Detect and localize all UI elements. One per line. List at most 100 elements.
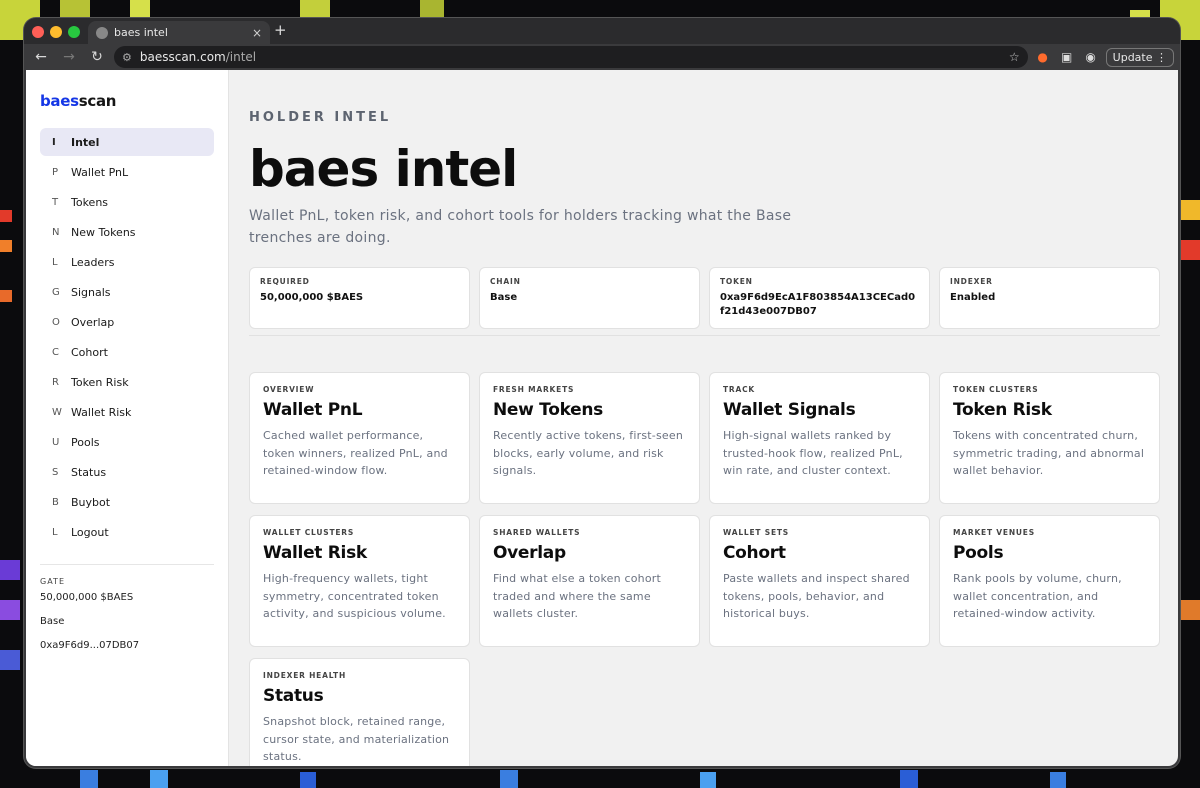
background-pixel	[0, 290, 12, 302]
stat-chain: CHAIN Base	[479, 267, 700, 329]
stat-indexer: INDEXER Enabled	[939, 267, 1160, 329]
background-pixel	[1180, 600, 1200, 620]
sidebar-item-token-risk[interactable]: R Token Risk	[40, 368, 214, 396]
bookmark-star-icon[interactable]: ☆	[1009, 50, 1020, 64]
sidebar-item-label: Intel	[71, 135, 100, 149]
gate-panel: GATE 50,000,000 $BAES Base 0xa9F6d9...07…	[40, 564, 214, 651]
address-bar[interactable]: ⚙ baesscan.com/intel ☆	[114, 46, 1028, 68]
maximize-window-button[interactable]	[68, 26, 80, 38]
sidebar-item-label: Leaders	[71, 255, 115, 269]
card-title: Cohort	[723, 543, 786, 563]
tool-card-status[interactable]: INDEXER HEALTH Status Snapshot block, reta…	[249, 658, 470, 766]
card-description: Paste wallets and inspect shared tokens,…	[723, 572, 910, 620]
browser-tab[interactable]: baes intel ×	[88, 21, 270, 44]
sidebar-item-cohort[interactable]: C Cohort	[40, 338, 214, 366]
sidebar-item-label: Token Risk	[71, 375, 129, 389]
minimize-window-button[interactable]	[50, 26, 62, 38]
tool-card-token-risk[interactable]: TOKEN CLUSTERS Token Risk Tokens with conc…	[939, 372, 1160, 504]
url-path: /intel	[225, 50, 257, 64]
card-title: Status	[263, 686, 324, 706]
forward-icon[interactable]: →	[58, 49, 80, 65]
sidebar-item-key: W	[52, 406, 62, 418]
back-icon[interactable]: ←	[30, 49, 52, 65]
sidebar-item-tokens[interactable]: T Tokens	[40, 188, 214, 216]
tool-card-wallet-risk[interactable]: WALLET CLUSTERS Wallet Risk High-frequency…	[249, 515, 470, 647]
card-kicker: WALLET CLUSTERS	[263, 528, 355, 537]
sidebar-item-key: U	[52, 436, 60, 448]
background-pixel	[300, 772, 316, 788]
sidebar-item-key: L	[52, 526, 58, 538]
page-description: Wallet PnL, token risk, and cohort tools…	[249, 208, 792, 246]
sidebar-item-label: Buybot	[71, 495, 111, 509]
sidebar-item-pools[interactable]: U Pools	[40, 428, 214, 456]
background-pixel	[0, 650, 20, 670]
sidebar-item-status[interactable]: S Status	[40, 458, 214, 486]
stat-label: REQUIRED	[260, 277, 310, 286]
sidebar-item-key: P	[52, 166, 59, 178]
sidebar-item-logout[interactable]: L Logout	[40, 518, 214, 546]
globe-icon	[96, 26, 108, 39]
tool-card-cohort[interactable]: WALLET SETS Cohort Paste wallets and inspe…	[709, 515, 930, 647]
card-kicker: TRACK	[723, 385, 756, 394]
background-pixel	[130, 0, 150, 20]
brand-part1: baes	[40, 92, 79, 110]
tool-card-pools[interactable]: MARKET VENUES Pools Rank pools by volume, …	[939, 515, 1160, 647]
background-pixel	[700, 772, 716, 788]
tab-bar: baes intel × +	[24, 18, 1180, 44]
more-menu-icon[interactable]: ⋮	[1156, 51, 1167, 64]
tab-close-icon[interactable]: ×	[252, 26, 262, 40]
card-kicker: MARKET VENUES	[953, 528, 1035, 537]
sidebar-item-key: C	[52, 346, 59, 358]
sidebar-item-label: Wallet Risk	[71, 405, 132, 419]
sidebar-nav: I Intel P Wallet PnL T Tokens N New Tokens L Lead…	[40, 128, 214, 546]
background-pixel	[0, 600, 20, 620]
main-content: HOLDER INTEL baes intel Wallet PnL, toke…	[229, 70, 1178, 766]
card-description: Tokens with concentrated churn, symmetri…	[953, 429, 1145, 477]
sidebar-item-leaders[interactable]: L Leaders	[40, 248, 214, 276]
page: baesscan I Intel P Wallet PnL T Tokens N New To…	[26, 70, 1178, 766]
sidebar-item-key: O	[52, 316, 60, 328]
page-title: baes intel	[249, 140, 518, 198]
gate-required: 50,000,000 $BAES	[40, 592, 134, 603]
card-description: Find what else a token cohort traded and…	[493, 572, 661, 620]
sidebar-item-signals[interactable]: G Signals	[40, 278, 214, 306]
tool-card-wallet-signals[interactable]: TRACK Wallet Signals High-signal wallets r…	[709, 372, 930, 504]
divider	[249, 335, 1160, 336]
sidebar: baesscan I Intel P Wallet PnL T Tokens N New To…	[26, 70, 229, 766]
tool-card-overlap[interactable]: SHARED WALLETS Overlap Find what else a to…	[479, 515, 700, 647]
reload-icon[interactable]: ↻	[86, 49, 108, 65]
sidebar-item-wallet-pnl[interactable]: P Wallet PnL	[40, 158, 214, 186]
background-pixel	[0, 240, 12, 252]
page-eyebrow: HOLDER INTEL	[249, 110, 392, 125]
sidebar-item-new-tokens[interactable]: N New Tokens	[40, 218, 214, 246]
card-description: Recently active tokens, first-seen block…	[493, 429, 683, 477]
stats-row: REQUIRED 50,000,000 $BAES CHAIN Base TOK…	[249, 267, 1160, 329]
site-settings-icon[interactable]: ⚙	[122, 51, 132, 64]
gate-heading: GATE	[40, 577, 65, 586]
new-tab-button[interactable]: +	[274, 21, 287, 39]
update-label: Update	[1112, 50, 1153, 64]
card-kicker: FRESH MARKETS	[493, 385, 575, 394]
sidebar-item-label: Signals	[71, 285, 111, 299]
tool-card-wallet-pnl[interactable]: OVERVIEW Wallet PnL Cached wallet performa…	[249, 372, 470, 504]
card-description: Cached wallet performance, token winners…	[263, 429, 448, 477]
sidebar-item-intel[interactable]: I Intel	[40, 128, 214, 156]
extensions-puzzle-icon[interactable]: ▣	[1058, 50, 1076, 64]
sidebar-item-buybot[interactable]: B Buybot	[40, 488, 214, 516]
profile-icon[interactable]: ◉	[1082, 50, 1100, 64]
brand-logo[interactable]: baesscan	[40, 92, 214, 110]
tab-title: baes intel	[114, 26, 168, 39]
sidebar-item-label: New Tokens	[71, 225, 136, 239]
url-host: baesscan.com	[139, 50, 226, 64]
sidebar-item-key: B	[52, 496, 59, 508]
update-button[interactable]: Update ⋮	[1105, 47, 1174, 67]
sidebar-item-label: Cohort	[71, 345, 108, 359]
tool-card-new-tokens[interactable]: FRESH MARKETS New Tokens Recently active t…	[479, 372, 700, 504]
sidebar-item-overlap[interactable]: O Overlap	[40, 308, 214, 336]
close-window-button[interactable]	[32, 26, 44, 38]
card-description: Snapshot block, retained range, cursor s…	[263, 715, 450, 763]
browser-window: baes intel × + ← → ↻ ⚙ baesscan.com/inte…	[24, 18, 1180, 768]
sidebar-item-wallet-risk[interactable]: W Wallet Risk	[40, 398, 214, 426]
background-pixel	[150, 770, 168, 788]
fox-extension-icon[interactable]: ●	[1034, 50, 1052, 64]
